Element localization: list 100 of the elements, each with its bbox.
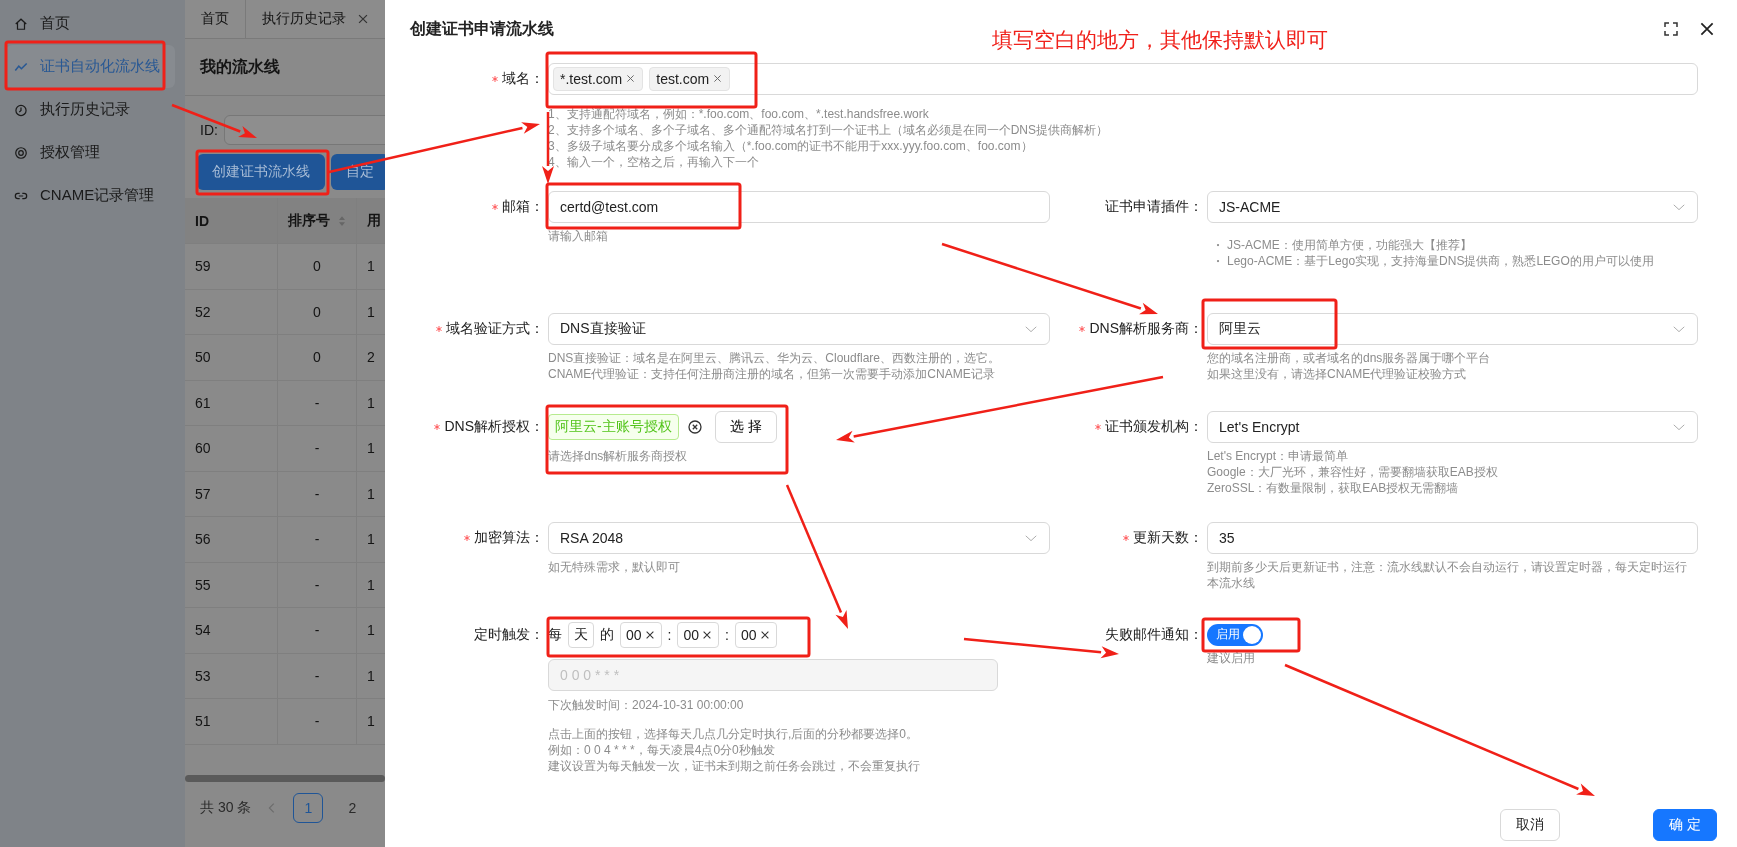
input-field[interactable]: certd@test.com — [548, 190, 1050, 223]
column-header: 用 — [367, 211, 381, 230]
page-button[interactable]: 2 — [337, 793, 368, 823]
help-text: ZeroSSL：有数量限制，获取EAB授权无需翻墙 — [1207, 479, 1460, 496]
help-text: Lego-ACME：基于Lego实现，支持海量DNS提供商，熟悉LEGO的用户可以使用 — [1227, 252, 1654, 269]
required-icon — [491, 74, 499, 83]
time-select[interactable]: 00 — [734, 621, 777, 648]
table-cell: 53 — [195, 667, 211, 684]
select-field[interactable]: 阿里云 — [1207, 312, 1698, 345]
clock-icon — [14, 102, 28, 117]
help-text: 2、支持多个域名、多个子域名、多个通配符域名打到一个证书上（域名必须是在同一个DNS提供商解析） — [548, 121, 1109, 138]
form-label: 证书颁发机构： — [1105, 417, 1203, 436]
clear-icon[interactable] — [686, 418, 703, 435]
sidebar-item[interactable]: 首页 — [6, 2, 175, 45]
scrollbar[interactable] — [185, 775, 385, 782]
help-text: 如果这里没有，请选择CNAME代理验证校验方式 — [1207, 365, 1468, 382]
form-label: 定时触发： — [474, 625, 544, 644]
tab[interactable]: 首页 — [185, 0, 246, 38]
unit-select[interactable]: 天 — [568, 621, 594, 648]
help-text: 如无特殊需求，默认即可 — [548, 558, 681, 575]
bullet-icon — [1215, 257, 1221, 264]
help-text: 点击上面的按钮，选择每天几点几分定时执行,后面的分秒都要选择0。 — [548, 725, 919, 742]
required-icon — [1122, 533, 1130, 542]
help-text: 请输入邮箱 — [548, 227, 609, 244]
help-text: 例如：0 0 4 * * *，每天凌晨4点0分0秒触发 — [548, 741, 776, 758]
home-icon — [14, 16, 28, 31]
close-icon — [356, 12, 370, 26]
close-icon — [625, 73, 637, 85]
required-icon — [435, 324, 443, 333]
table-cell: 1 — [367, 531, 375, 548]
table-cell: 59 — [195, 258, 211, 275]
table-cell: 1 — [367, 622, 375, 639]
confirm-button[interactable]: 确 定 — [1653, 808, 1717, 841]
select-field[interactable]: DNS直接验证 — [548, 312, 1050, 345]
help-text: Let's Encrypt：申请最简单 — [1207, 447, 1349, 464]
auth-tag: 阿里云-主账号授权 — [548, 413, 679, 440]
help-text: 到期前多少天后更新证书，注意：流水线默认不会自动运行，请设置定时器，每天定时运行本流水线 — [1207, 558, 1688, 591]
sidebar-item[interactable]: CNAME记录管理 — [6, 174, 175, 217]
select-field[interactable]: Let's Encrypt — [1207, 410, 1698, 443]
next-trigger-text: 下次触发时间：2024-10-31 00:00:00 — [548, 696, 745, 714]
table-cell: 0 — [313, 349, 321, 366]
form-label: 更新天数： — [1133, 528, 1203, 547]
table-cell: 50 — [195, 349, 211, 366]
timer-text: : — [725, 626, 729, 643]
table-cell: - — [314, 713, 320, 730]
table-cell: 61 — [195, 394, 211, 411]
table-cell: 0 — [313, 303, 321, 320]
table-cell: 54 — [195, 622, 211, 639]
sidebar-item[interactable]: 执行历史记录 — [6, 88, 175, 131]
table-cell: - — [314, 485, 320, 502]
table-cell: 51 — [195, 713, 211, 730]
tab[interactable]: 执行历史记录 — [246, 0, 385, 38]
timer-text: : — [667, 626, 672, 643]
help-text: Google：大厂光环，兼容性好，需要翻墙获取EAB授权 — [1207, 463, 1499, 480]
bullet-icon — [1215, 241, 1221, 248]
table-cell: 1 — [367, 713, 375, 730]
timer-text: 每 — [548, 625, 562, 644]
table-cell: - — [314, 667, 320, 684]
required-icon — [433, 422, 442, 431]
toolbar-button[interactable]: 创建证书流水线 — [197, 154, 325, 190]
id-field[interactable] — [223, 115, 385, 145]
tag-label: test.com — [656, 70, 710, 87]
help-text: CNAME代理验证：支持任何注册商注册的域名，但第一次需要手动添加CNAME记录 — [548, 365, 996, 382]
tag-label: *.test.com — [560, 70, 623, 87]
table-cell: 1 — [367, 440, 375, 457]
help-text: 建议启用 — [1207, 649, 1256, 666]
help-text: JS-ACME：使用简单方便，功能强大【推荐】 — [1227, 236, 1472, 253]
sort-icon — [336, 214, 348, 227]
form-label: 域名： — [502, 69, 544, 88]
toggle-switch[interactable]: 启用 — [1207, 623, 1263, 646]
table-cell: 1 — [367, 667, 375, 684]
domain-input-field[interactable]: *.test.com test.com — [548, 62, 1698, 95]
cancel-button[interactable]: 取消 — [1500, 808, 1561, 841]
help-text: 您的域名注册商，或者域名的dns服务器属于哪个平台 — [1207, 349, 1492, 366]
time-select[interactable]: 00 — [677, 621, 720, 648]
time-select[interactable]: 00 — [620, 621, 662, 648]
select-field[interactable]: JS-ACME — [1207, 190, 1698, 223]
required-icon — [1094, 422, 1102, 431]
required-icon — [491, 202, 499, 211]
help-text: 建议设置为每天触发一次，证书未到期之前任务会跳过，不会重复执行 — [548, 757, 921, 774]
annotation-note: 填写空白的地方，其他保持默认即可 — [992, 27, 1328, 53]
select-field[interactable]: RSA 2048 — [548, 521, 1050, 554]
form-label: DNS解析授权： — [444, 417, 544, 436]
sidebar-item[interactable]: 授权管理 — [6, 131, 175, 174]
table-cell: 60 — [195, 440, 211, 457]
close-icon — [712, 73, 724, 85]
fullscreen-icon[interactable] — [1663, 21, 1679, 37]
form-label: 失败邮件通知： — [1105, 625, 1203, 644]
input-field[interactable]: 35 — [1207, 521, 1698, 554]
form-label: 邮箱： — [502, 197, 544, 216]
select-button[interactable]: 选 择 — [714, 410, 777, 443]
table-cell: - — [314, 531, 320, 548]
table-cell: - — [314, 440, 320, 457]
column-header: ID — [195, 212, 209, 229]
table-cell: 52 — [195, 303, 211, 320]
required-icon — [1078, 324, 1087, 333]
help-text: 1、支持通配符域名，例如：*.foo.com、foo.com、*.test.handsfree.work — [548, 105, 930, 122]
column-header: 排序号 — [288, 211, 330, 230]
table-cell: 0 — [313, 258, 321, 275]
filter-label: ID: — [200, 122, 218, 138]
